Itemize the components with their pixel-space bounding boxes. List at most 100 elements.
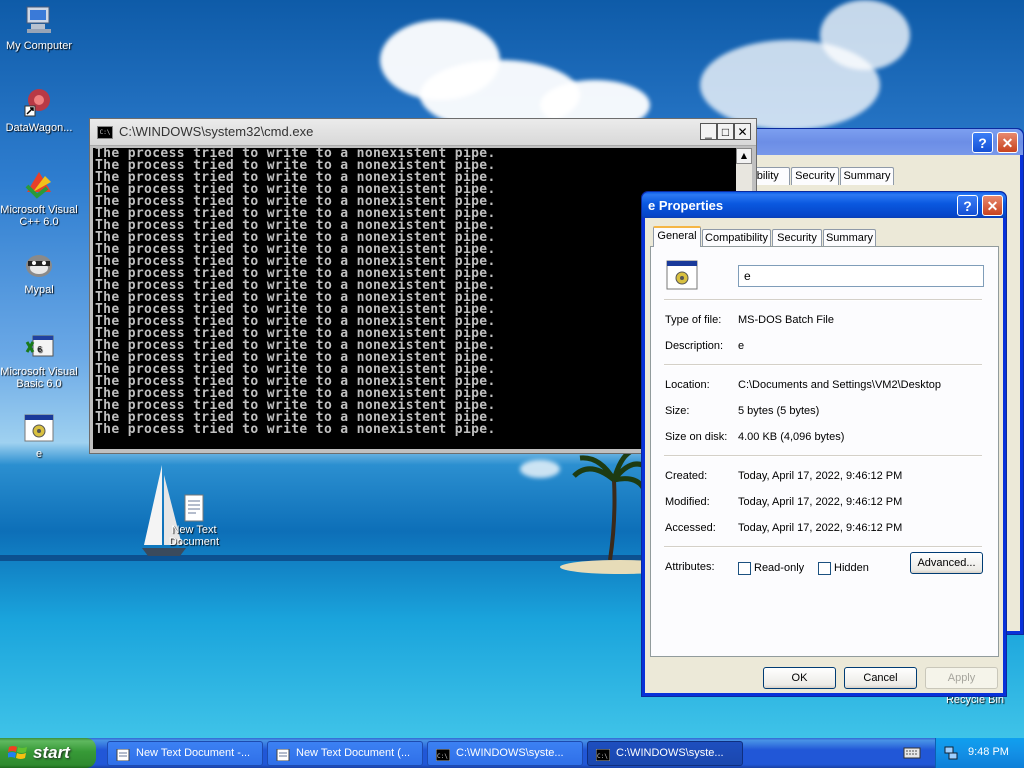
taskbar-task[interactable]: C:\ C:\WINDOWS\syste... bbox=[427, 741, 583, 766]
accessed-label: Accessed: bbox=[665, 522, 716, 534]
divider bbox=[664, 455, 982, 457]
attributes-label: Attributes: bbox=[665, 561, 715, 573]
type-of-file-label: Type of file: bbox=[665, 314, 722, 326]
divider bbox=[664, 299, 982, 301]
title-bar[interactable]: e Properties ? ✕ bbox=[642, 192, 1006, 218]
cancel-button[interactable]: Cancel bbox=[844, 667, 917, 689]
taskbar-task-label: C:\WINDOWS\syste... bbox=[616, 747, 724, 759]
tab-summary[interactable]: Summary bbox=[823, 229, 876, 247]
divider bbox=[664, 546, 982, 548]
title-bar[interactable]: C:\ C:\WINDOWS\system32\cmd.exe _ □ ✕ bbox=[90, 119, 756, 146]
window-title: C:\WINDOWS\system32\cmd.exe bbox=[119, 124, 314, 139]
system-tray: 9:48 PM bbox=[935, 738, 1024, 768]
divider bbox=[664, 364, 982, 366]
size-on-disk-value: 4.00 KB (4,096 bytes) bbox=[738, 431, 845, 443]
tab-compatibility[interactable]: Compatibility bbox=[702, 229, 771, 247]
desktop-icon-label: Microsoft Visual Basic 6.0 bbox=[0, 366, 78, 390]
text-document-icon bbox=[184, 494, 204, 522]
start-button[interactable]: start bbox=[0, 738, 96, 768]
ok-button[interactable]: OK bbox=[763, 667, 836, 689]
desktop-icon-label: New Text Document bbox=[168, 524, 220, 548]
cloud bbox=[520, 460, 560, 478]
cmd-icon: C:\ bbox=[97, 126, 113, 139]
visual-cpp-icon bbox=[23, 168, 55, 200]
tab-summary[interactable]: Summary bbox=[840, 167, 894, 185]
accessed-value: Today, April 17, 2022, 9:46:12 PM bbox=[738, 522, 903, 534]
scroll-up-arrow-icon[interactable]: ▲ bbox=[736, 148, 752, 164]
modified-label: Modified: bbox=[665, 496, 710, 508]
window-title: e Properties bbox=[648, 198, 724, 213]
desktop-icon-e[interactable]: e bbox=[0, 412, 78, 460]
minimize-button[interactable]: _ bbox=[700, 123, 717, 140]
properties-window[interactable]: e Properties ? ✕ General Compatibility S… bbox=[641, 191, 1007, 697]
notepad-icon bbox=[276, 747, 290, 762]
size-label: Size: bbox=[665, 405, 690, 417]
close-button[interactable]: ✕ bbox=[982, 195, 1003, 216]
desktop-icon-label: DataWagon... bbox=[5, 122, 73, 134]
created-label: Created: bbox=[665, 470, 708, 482]
batch-file-icon bbox=[666, 260, 698, 290]
location-value: C:\Documents and Settings\VM2\Desktop bbox=[738, 379, 941, 391]
taskbar-task-active[interactable]: C:\ C:\WINDOWS\syste... bbox=[587, 741, 743, 766]
maximize-button[interactable]: □ bbox=[717, 123, 734, 140]
taskbar-task[interactable]: New Text Document (... bbox=[267, 741, 423, 766]
help-button[interactable]: ? bbox=[972, 132, 993, 153]
taskbar-task[interactable]: New Text Document -... bbox=[107, 741, 263, 766]
desktop-icon-datawagon[interactable]: DataWagon... bbox=[0, 86, 78, 134]
tab-security[interactable]: Security bbox=[791, 167, 839, 185]
file-name-field[interactable]: e bbox=[738, 265, 984, 287]
batch-file-icon bbox=[23, 412, 55, 444]
windows-logo-icon bbox=[8, 746, 27, 759]
location-label: Location: bbox=[665, 379, 710, 391]
cmd-icon: C:\ bbox=[435, 747, 451, 762]
network-icon[interactable] bbox=[944, 746, 958, 760]
hidden-checkbox[interactable] bbox=[818, 562, 831, 575]
desktop-icon-label: e bbox=[35, 448, 43, 460]
readonly-checkbox[interactable] bbox=[738, 562, 751, 575]
description-value: e bbox=[738, 340, 745, 352]
readonly-label[interactable]: Read-only bbox=[754, 562, 804, 574]
notepad-icon bbox=[116, 747, 130, 762]
taskbar-task-label: New Text Document (... bbox=[296, 747, 411, 759]
desktop-icon-mypal[interactable]: Mypal bbox=[0, 248, 78, 296]
close-button[interactable]: ✕ bbox=[997, 132, 1018, 153]
visual-basic-icon: 6 bbox=[23, 330, 55, 362]
svg-text:6: 6 bbox=[37, 345, 42, 354]
datawagon-shortcut-icon bbox=[23, 86, 55, 118]
desktop-icon-visual-basic[interactable]: 6 Microsoft Visual Basic 6.0 bbox=[0, 330, 78, 390]
tab-security[interactable]: Security bbox=[772, 229, 822, 247]
taskbar: start New Text Document -... New Text Do… bbox=[0, 738, 1024, 768]
created-value: Today, April 17, 2022, 9:46:12 PM bbox=[738, 470, 903, 482]
cloud bbox=[820, 0, 910, 70]
clock[interactable]: 9:48 PM bbox=[968, 746, 1009, 758]
dialog-body: General Compatibility Security Summary e… bbox=[645, 218, 1003, 693]
keyboard-icon[interactable] bbox=[903, 746, 921, 760]
hidden-label[interactable]: Hidden bbox=[834, 562, 869, 574]
svg-text:C:\: C:\ bbox=[437, 753, 448, 760]
desktop-icon-label: My Computer bbox=[5, 40, 73, 52]
tab-general[interactable]: General bbox=[653, 226, 701, 247]
start-label: start bbox=[33, 743, 70, 762]
desktop-icon-my-computer[interactable]: My Computer bbox=[0, 4, 78, 52]
cmd-icon: C:\ bbox=[595, 747, 611, 762]
modified-value: Today, April 17, 2022, 9:46:12 PM bbox=[738, 496, 903, 508]
my-computer-icon bbox=[23, 4, 55, 36]
advanced-button[interactable]: Advanced... bbox=[910, 552, 983, 574]
help-button[interactable]: ? bbox=[957, 195, 978, 216]
taskbar-task-label: New Text Document -... bbox=[136, 747, 251, 759]
general-tab-panel: e Type of file: MS-DOS Batch File Descri… bbox=[650, 246, 999, 657]
taskbar-task-label: C:\WINDOWS\syste... bbox=[456, 747, 564, 759]
description-label: Description: bbox=[665, 340, 724, 352]
apply-button[interactable]: Apply bbox=[925, 667, 998, 689]
size-value: 5 bytes (5 bytes) bbox=[738, 405, 820, 417]
type-of-file-value: MS-DOS Batch File bbox=[738, 314, 834, 326]
desktop-icon-visual-cpp[interactable]: Microsoft Visual C++ 6.0 bbox=[0, 168, 78, 228]
close-button[interactable]: ✕ bbox=[734, 123, 751, 140]
mypal-raccoon-icon bbox=[23, 248, 55, 280]
desktop-icon-new-text-document[interactable]: New Text Document bbox=[155, 494, 233, 548]
title-bar[interactable]: ? ✕ bbox=[731, 129, 1023, 155]
console-output[interactable]: The process tried to write to a nonexist… bbox=[93, 148, 736, 449]
size-on-disk-label: Size on disk: bbox=[665, 431, 728, 443]
console-line: The process tried to write to a nonexist… bbox=[95, 422, 496, 437]
palm-tree bbox=[572, 450, 650, 560]
